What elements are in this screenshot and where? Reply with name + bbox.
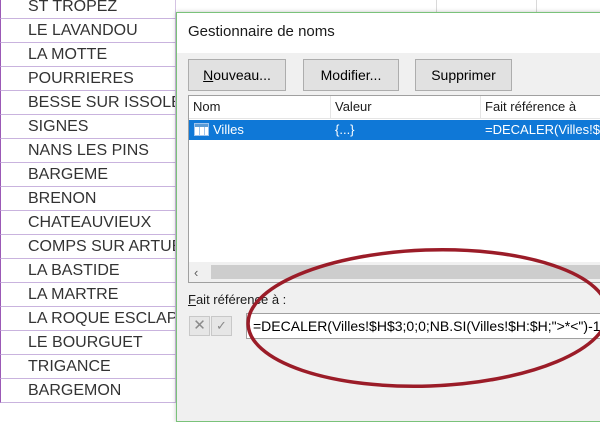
list-item-villes[interactable]: Villes {...} =DECALER(Villes!$H xyxy=(189,120,600,140)
city-cell[interactable]: LE LAVANDOU xyxy=(0,19,176,43)
city-cell[interactable]: NANS LES PINS xyxy=(0,139,176,163)
refers-to-input[interactable]: =DECALER(Villes!$H$3;0;0;NB.SI(Villes!$H… xyxy=(246,313,600,339)
city-cell[interactable]: COMPS SUR ARTUBY xyxy=(0,235,176,259)
city-cell[interactable]: CHATEAUVIEUX xyxy=(0,211,176,235)
city-cell[interactable]: BARGEMON xyxy=(0,379,176,403)
refers-to-label: Fait référence à : xyxy=(188,292,286,307)
new-button-accesskey: N xyxy=(203,67,214,83)
city-cell[interactable]: LA MOTTE xyxy=(0,43,176,67)
city-cell[interactable]: ST TROPEZ xyxy=(0,0,176,19)
city-cell[interactable]: TRIGANCE xyxy=(0,355,176,379)
row-name: Villes xyxy=(213,122,244,137)
city-cell[interactable]: LA ROQUE ESCLAPON xyxy=(0,307,176,331)
city-cell[interactable]: LA BASTIDE xyxy=(0,259,176,283)
refers-to-label-text: ait référence à : xyxy=(195,292,287,307)
city-cell[interactable]: LE BOURGUET xyxy=(0,331,176,355)
city-cell[interactable]: LA MARTRE xyxy=(0,283,176,307)
city-cell[interactable]: BARGEME xyxy=(0,163,176,187)
confirm-edit-icon[interactable]: ✓ xyxy=(211,316,232,336)
scrollbar-thumb[interactable] xyxy=(211,265,600,279)
column-header-refers-to[interactable]: Fait référence à xyxy=(481,96,600,118)
name-manager-dialog: Gestionnaire de noms Nouveau... Modifier… xyxy=(176,12,600,422)
table-range-icon xyxy=(194,123,209,136)
dialog-title: Gestionnaire de noms xyxy=(188,23,335,40)
modify-button[interactable]: Modifier... xyxy=(303,59,399,91)
city-cell[interactable]: BESSE SUR ISSOLE xyxy=(0,91,176,115)
new-button-label: ouveau... xyxy=(213,67,271,83)
column-header-name[interactable]: Nom xyxy=(189,96,331,118)
city-cell[interactable]: SIGNES xyxy=(0,115,176,139)
delete-button[interactable]: Supprimer xyxy=(415,59,512,91)
city-cell[interactable]: BRENON xyxy=(0,187,176,211)
row-refers-to: =DECALER(Villes!$H xyxy=(485,122,600,137)
new-button[interactable]: Nouveau... xyxy=(188,59,286,91)
refers-to-accesskey: F xyxy=(188,292,196,307)
horizontal-scrollbar[interactable]: ‹ xyxy=(189,262,600,282)
cancel-edit-icon[interactable]: ✕ xyxy=(189,316,210,336)
title-bar[interactable]: Gestionnaire de noms xyxy=(177,13,600,53)
chevron-left-icon[interactable]: ‹ xyxy=(194,265,198,280)
column-header-value[interactable]: Valeur xyxy=(331,96,481,118)
city-cell[interactable]: POURRIERES xyxy=(0,67,176,91)
names-list[interactable]: Nom Valeur Fait référence à Villes {...}… xyxy=(188,95,600,283)
row-value: {...} xyxy=(335,122,355,137)
list-header: Nom Valeur Fait référence à xyxy=(189,96,600,119)
